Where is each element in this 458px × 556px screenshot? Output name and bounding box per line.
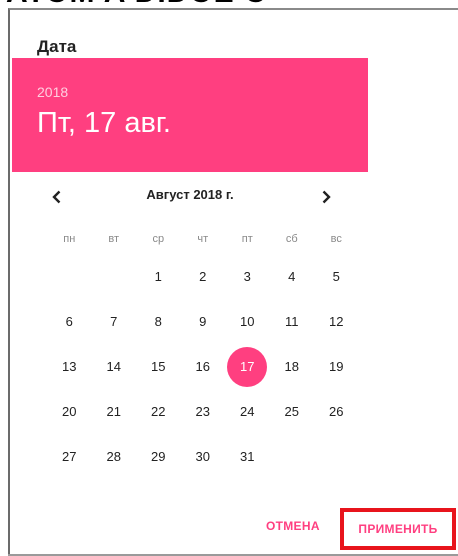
dialog-title: Дата <box>37 37 77 56</box>
day-empty <box>92 254 137 299</box>
day-cell[interactable]: 14 <box>92 344 137 389</box>
date-header: 2018 Пт, 17 авг. <box>12 58 368 172</box>
apply-button-label: ПРИМЕНИТЬ <box>358 522 438 536</box>
weekday-label: вт <box>108 233 120 245</box>
week-row: 20 21 22 23 24 25 26 <box>47 389 347 434</box>
day-number: 4 <box>288 269 296 284</box>
day-cell[interactable]: 13 <box>47 344 92 389</box>
dialog-actions: ОТМЕНА ПРИМЕНИТЬ <box>10 508 458 554</box>
week-row: 1 2 3 4 5 <box>47 254 347 299</box>
day-number: 16 <box>195 359 210 374</box>
day-number: 20 <box>62 404 77 419</box>
day-number: 13 <box>62 359 77 374</box>
chevron-right-icon <box>322 190 331 204</box>
day-number: 22 <box>151 404 166 419</box>
weekday-label: сб <box>285 233 298 245</box>
day-cell[interactable]: 22 <box>136 389 181 434</box>
day-cell[interactable]: 16 <box>181 344 226 389</box>
day-cell[interactable]: 12 <box>314 299 359 344</box>
day-cell[interactable]: 31 <box>225 434 270 479</box>
day-number: 29 <box>151 449 166 464</box>
day-number: 2 <box>199 269 207 284</box>
day-number: 25 <box>284 404 299 419</box>
day-number: 26 <box>329 404 344 419</box>
day-number: 18 <box>284 359 299 374</box>
day-number: 8 <box>154 314 162 329</box>
header-selected-date[interactable]: Пт, 17 авг. <box>37 107 171 140</box>
day-cell[interactable]: 24 <box>225 389 270 434</box>
day-empty <box>270 434 315 479</box>
next-month-button[interactable] <box>309 180 343 214</box>
day-empty <box>314 434 359 479</box>
day-number: 30 <box>195 449 210 464</box>
day-cell[interactable]: 25 <box>270 389 315 434</box>
weekday-label: пн <box>63 233 76 245</box>
day-number: 27 <box>62 449 77 464</box>
day-cell[interactable]: 5 <box>314 254 359 299</box>
day-cell[interactable]: 6 <box>47 299 92 344</box>
cancel-button[interactable]: ОТМЕНА <box>266 519 320 533</box>
day-number: 23 <box>195 404 210 419</box>
calendar-grid: пн вт ср чт пт сб вс 1 2 3 4 5 6 7 8 9 1… <box>47 224 347 479</box>
date-picker-dialog: Дата 2018 Пт, 17 авг. Август 2018 г. пн … <box>8 8 458 556</box>
day-cell[interactable]: 21 <box>92 389 137 434</box>
day-cell[interactable]: 2 <box>181 254 226 299</box>
week-row: 6 7 8 9 10 11 12 <box>47 299 347 344</box>
day-number: 24 <box>240 404 255 419</box>
weekday-label: ср <box>152 233 165 245</box>
day-number: 6 <box>65 314 73 329</box>
day-cell[interactable]: 29 <box>136 434 181 479</box>
day-cell[interactable]: 30 <box>181 434 226 479</box>
header-year[interactable]: 2018 <box>37 84 68 100</box>
day-cell[interactable]: 23 <box>181 389 226 434</box>
day-cell[interactable]: 20 <box>47 389 92 434</box>
day-number: 7 <box>110 314 118 329</box>
month-navigation: Август 2018 г. <box>12 176 368 220</box>
day-cell[interactable]: 4 <box>270 254 315 299</box>
day-number: 1 <box>154 269 162 284</box>
day-number: 10 <box>240 314 255 329</box>
day-cell[interactable]: 15 <box>136 344 181 389</box>
day-number: 21 <box>106 404 121 419</box>
day-cell[interactable]: 8 <box>136 299 181 344</box>
day-empty <box>47 254 92 299</box>
weekday-header-row: пн вт ср чт пт сб вс <box>47 224 347 254</box>
day-number: 9 <box>199 314 207 329</box>
day-number: 19 <box>329 359 344 374</box>
day-cell[interactable]: 11 <box>270 299 315 344</box>
day-number: 12 <box>329 314 344 329</box>
weekday-label: чт <box>197 233 209 245</box>
day-number: 15 <box>151 359 166 374</box>
day-number: 28 <box>106 449 121 464</box>
day-cell[interactable]: 1 <box>136 254 181 299</box>
week-row: 27 28 29 30 31 <box>47 434 347 479</box>
day-cell[interactable]: 18 <box>270 344 315 389</box>
week-row: 13 14 15 16 17 18 19 <box>47 344 347 389</box>
day-cell[interactable]: 7 <box>92 299 137 344</box>
day-number: 14 <box>106 359 121 374</box>
day-cell[interactable]: 26 <box>314 389 359 434</box>
apply-button[interactable]: ПРИМЕНИТЬ <box>340 508 456 550</box>
day-cell[interactable]: 27 <box>47 434 92 479</box>
day-number: 17 <box>227 346 268 387</box>
day-number: 11 <box>285 314 299 329</box>
weekday-label: вс <box>330 233 342 245</box>
day-number: 5 <box>332 269 340 284</box>
day-number: 3 <box>243 269 251 284</box>
day-number: 31 <box>240 449 255 464</box>
day-cell[interactable]: 9 <box>181 299 226 344</box>
day-cell[interactable]: 28 <box>92 434 137 479</box>
day-cell[interactable]: 3 <box>225 254 270 299</box>
day-cell-selected[interactable]: 17 <box>225 344 270 389</box>
day-cell[interactable]: 10 <box>225 299 270 344</box>
weekday-label: пт <box>241 233 253 245</box>
day-cell[interactable]: 19 <box>314 344 359 389</box>
